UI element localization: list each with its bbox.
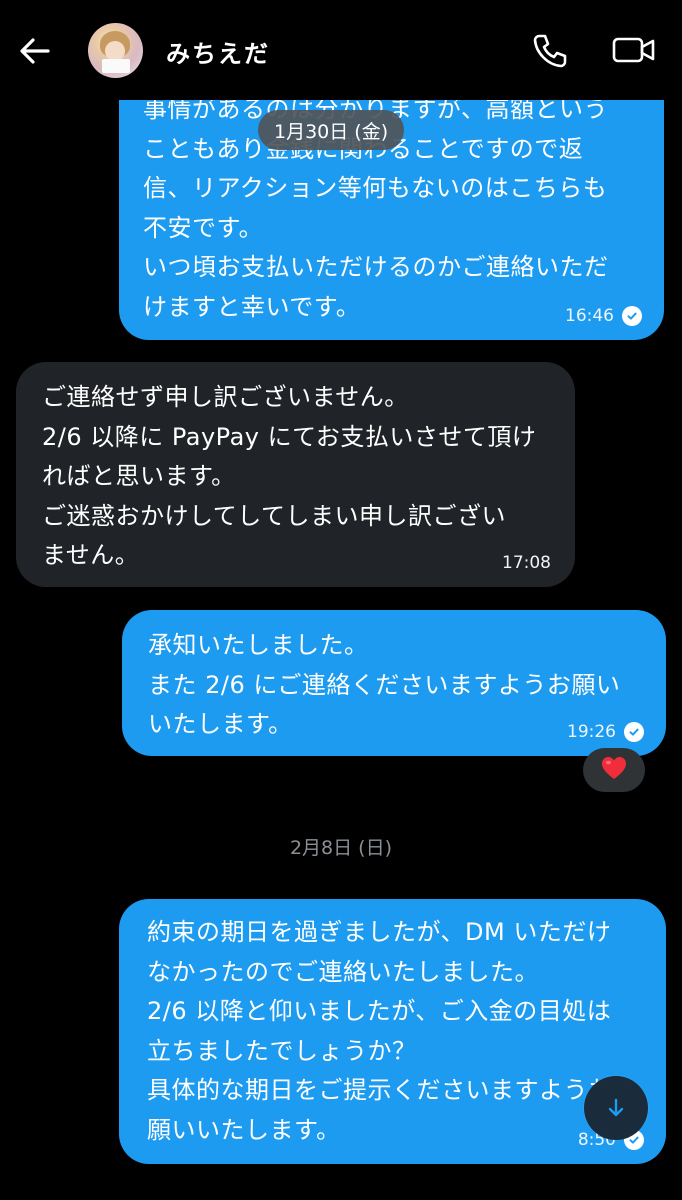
phone-icon — [533, 34, 567, 68]
arrow-down-icon — [608, 1098, 624, 1117]
video-call-button[interactable] — [610, 30, 658, 70]
message-text: ご連絡せず申し訳ございません。 2/6 以降に PayPay にてお支払いさせて… — [42, 383, 537, 569]
message-meta: 17:08 — [502, 553, 551, 573]
contact-name[interactable]: みちえだ — [166, 34, 270, 69]
message-time: 17:08 — [502, 553, 551, 573]
message-time: 16:46 — [565, 306, 614, 326]
message-text: 約束の期日を過ぎましたが、DM いただけ なかったのでご連絡いたしました。 2/… — [147, 918, 613, 1144]
voice-call-button[interactable] — [530, 30, 570, 70]
heart-reaction-icon — [600, 755, 628, 785]
contact-avatar[interactable] — [88, 23, 143, 78]
message-meta: 19:26 — [567, 722, 644, 742]
read-check-icon — [622, 306, 642, 326]
reaction-badge[interactable] — [583, 748, 645, 792]
read-check-icon — [624, 722, 644, 742]
message-meta: 16:46 — [565, 306, 642, 326]
scroll-to-bottom-button[interactable] — [584, 1076, 648, 1140]
date-separator: 2月8日 (日) — [289, 837, 393, 859]
message-time: 19:26 — [567, 722, 616, 742]
chat-header: みちえだ — [0, 0, 682, 100]
back-arrow-icon — [20, 38, 50, 64]
message-incoming[interactable]: ご連絡せず申し訳ございません。 2/6 以降に PayPay にてお支払いさせて… — [16, 362, 575, 587]
message-outgoing[interactable]: 約束の期日を過ぎましたが、DM いただけ なかったのでご連絡いたしました。 2/… — [119, 899, 666, 1164]
back-button[interactable] — [14, 30, 56, 72]
date-pill: 1月30日 (金) — [258, 110, 405, 150]
message-outgoing[interactable]: 承知いたしました。 また 2/6 にご連絡くださいますようお願い いたします。 … — [122, 610, 666, 756]
video-camera-icon — [612, 37, 655, 63]
message-outgoing[interactable]: 事情があるのは分かりますが、高額という こともあり金銭に関わることですので返 信… — [119, 60, 664, 340]
